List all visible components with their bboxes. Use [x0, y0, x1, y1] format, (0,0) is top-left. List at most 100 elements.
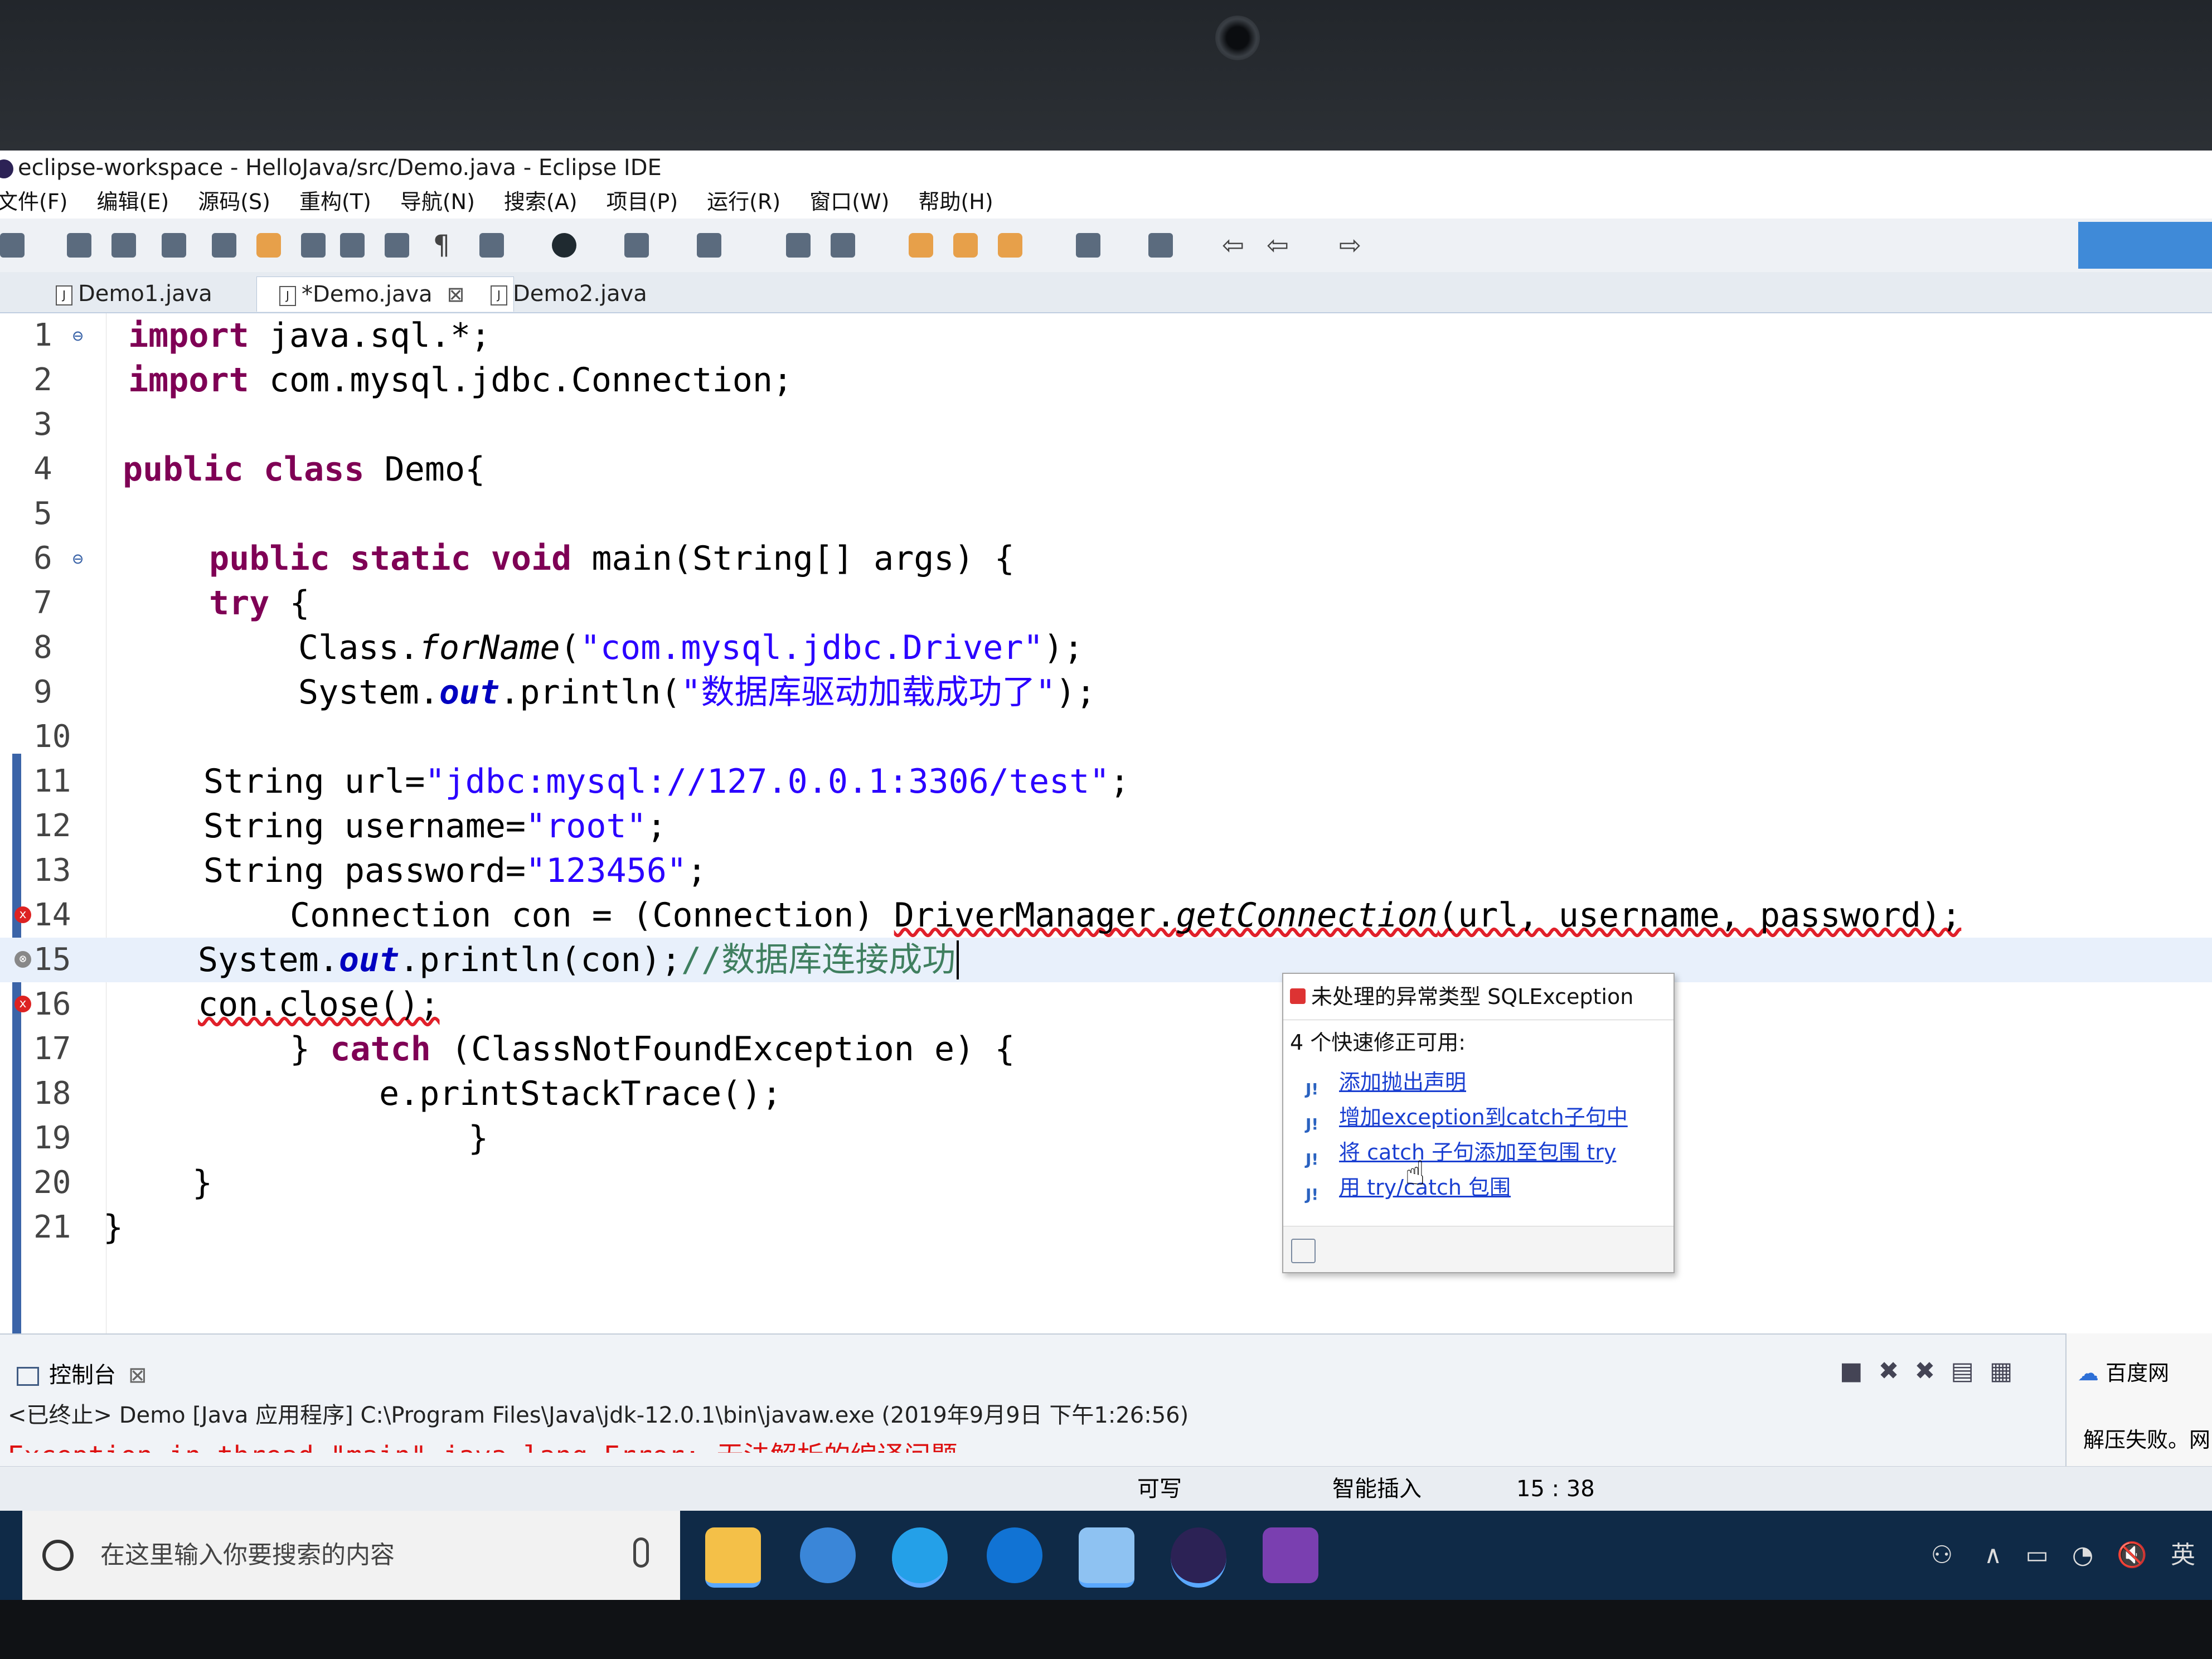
tab-label: *Demo.java [302, 282, 433, 307]
new-icon[interactable] [0, 233, 25, 258]
quick-fix-item[interactable]: J! 添加抛出声明 [1283, 1065, 1673, 1100]
code-fragment: Class. [298, 628, 419, 667]
code-editor[interactable]: 1 ⊖ import java.sql.*; 2 import com.mysql.j… [0, 313, 2212, 1434]
taskbar-search[interactable]: 在这里输入你要搜索的内容 [22, 1511, 680, 1600]
baidu-cloud-toolbar-button[interactable] [2078, 222, 2212, 269]
save-all-icon[interactable] [111, 233, 136, 258]
file-explorer-icon[interactable] [705, 1527, 761, 1588]
forward-icon[interactable]: ⇨ [1338, 232, 1362, 259]
menu-project[interactable]: 项目(P) [607, 185, 678, 219]
menu-refactor[interactable]: 重构(T) [299, 185, 371, 219]
fold-icon[interactable]: ⊖ [72, 536, 83, 581]
cortana-icon[interactable] [42, 1540, 74, 1571]
baidu-netdisk-icon[interactable] [1079, 1527, 1134, 1588]
debug-icon[interactable] [479, 233, 504, 258]
line-number: 18 [33, 1075, 71, 1112]
code-text: String username="root"; [203, 804, 667, 848]
menu-run[interactable]: 运行(R) [707, 185, 780, 219]
keyword: import [128, 316, 249, 355]
close-console-icon[interactable]: ⊠ [128, 1362, 147, 1388]
tab-demo2[interactable]: J Demo2.java [468, 276, 714, 311]
whitespace-icon[interactable] [385, 233, 409, 258]
code-line: 12 String username="root"; [0, 804, 2212, 848]
configure-icon[interactable] [1291, 1239, 1316, 1263]
next-annotation-icon[interactable] [1076, 233, 1100, 258]
wifi-icon[interactable]: ◔ [2072, 1541, 2093, 1569]
external-tools-icon[interactable] [697, 233, 721, 258]
save-icon[interactable] [67, 233, 91, 258]
browser-360-icon[interactable] [800, 1527, 856, 1583]
remove-launch-icon[interactable]: ✖ [1879, 1357, 1915, 1385]
previous-annotation-icon[interactable] [1148, 233, 1173, 258]
add-throws-link[interactable]: 添加抛出声明 [1339, 1070, 1466, 1094]
run-icon[interactable] [552, 233, 576, 258]
toggle-icon[interactable] [162, 233, 186, 258]
menu-navigate[interactable]: 导航(N) [400, 185, 475, 219]
eclipse-taskbar-icon[interactable] [1171, 1527, 1226, 1588]
console-title: 控制台 [49, 1362, 116, 1388]
console-toolbar: ■✖✖▤▦ [1840, 1357, 2028, 1385]
edge-icon[interactable] [987, 1527, 1042, 1583]
menu-source[interactable]: 源码(S) [198, 185, 270, 219]
add-exception-to-catch-link[interactable]: 增加exception到catch子句中 [1339, 1105, 1628, 1129]
winrar-icon[interactable] [1263, 1527, 1318, 1583]
qq-browser-icon[interactable] [892, 1527, 948, 1588]
open-type-icon[interactable] [212, 233, 236, 258]
code-line: 4 public class Demo{ [0, 447, 2212, 492]
laptop-bezel [0, 0, 2212, 151]
clear-console-icon[interactable]: ▤ [1951, 1357, 1990, 1385]
line-number: 16 [33, 986, 71, 1022]
search-placeholder: 在这里输入你要搜索的内容 [100, 1541, 395, 1569]
close-tab-icon[interactable]: ⊠ [447, 282, 465, 307]
coverage-icon[interactable] [624, 233, 649, 258]
new-class-icon[interactable] [831, 233, 855, 258]
menu-edit[interactable]: 编辑(E) [97, 185, 169, 219]
annotation-icon[interactable] [301, 233, 326, 258]
volume-muted-icon[interactable]: 🔇 [2117, 1541, 2147, 1569]
battery-icon[interactable]: ▭ [2025, 1541, 2049, 1569]
line-number: 13 [33, 852, 71, 889]
add-catch-clause-link[interactable]: 将 catch 子句添加至包围 try [1339, 1140, 1616, 1165]
pin-console-icon[interactable]: ▦ [1990, 1357, 2029, 1385]
error-squiggle: DriverManager.getConnection(url, usernam… [894, 896, 1962, 935]
menu-window[interactable]: 窗口(W) [809, 185, 889, 219]
error-marker-icon[interactable]: x [14, 906, 31, 923]
code-text: System.out.println(con);//数据库连接成功 [198, 938, 959, 982]
line-number: 3 [33, 406, 52, 443]
line-number: 17 [33, 1031, 71, 1067]
main-toolbar: ¶ ⇦ ⇦ ⇨ [0, 219, 2212, 273]
remove-all-icon[interactable]: ✖ [1914, 1357, 1951, 1385]
code-text: String url="jdbc:mysql://127.0.0.1:3306/… [203, 759, 1130, 804]
microphone-icon[interactable] [633, 1537, 649, 1568]
fold-icon[interactable]: ⊖ [72, 313, 83, 358]
ime-indicator[interactable]: 英 [2171, 1541, 2195, 1569]
open-folder-icon[interactable] [909, 233, 933, 258]
terminate-icon[interactable]: ■ [1840, 1357, 1879, 1385]
menu-file[interactable]: 文件(F) [0, 185, 68, 219]
block-select-icon[interactable] [340, 233, 365, 258]
show-hidden-icons-icon[interactable]: ∧ [1984, 1541, 2002, 1569]
open-task-icon[interactable] [953, 233, 978, 258]
string-literal: "数据库驱动加载成功了" [681, 673, 1056, 712]
mark-occurrences-icon[interactable] [256, 233, 281, 258]
new-package-icon[interactable] [786, 233, 811, 258]
code-fragment: com.mysql.jdbc.Connection; [249, 361, 793, 400]
people-icon[interactable]: ⚇ [1931, 1541, 1953, 1569]
search-tool-icon[interactable] [998, 233, 1022, 258]
pilcrow-icon[interactable]: ¶ [429, 232, 454, 259]
code-fragment: String password= [203, 851, 526, 890]
menu-help[interactable]: 帮助(H) [918, 185, 993, 219]
quick-fix-item[interactable]: J! 用 try/catch 包围 [1283, 1170, 1673, 1205]
code-text: public static void main(String[] args) { [209, 536, 1015, 581]
quick-fix-item[interactable]: J! 增加exception到catch子句中 [1283, 1100, 1673, 1135]
status-writable: 可写 [1137, 1476, 1182, 1502]
code-text: con.close(); [198, 982, 439, 1027]
last-edit-icon[interactable]: ⇦ [1221, 232, 1245, 259]
code-fragment: ; [646, 807, 667, 846]
console-tab[interactable]: 控制台 ⊠ [17, 1357, 147, 1389]
menu-search[interactable]: 搜索(A) [504, 185, 578, 219]
error-marker-icon[interactable]: ⊗ [14, 951, 31, 968]
quick-fix-item[interactable]: J! 将 catch 子句添加至包围 try [1283, 1135, 1673, 1170]
error-marker-icon[interactable]: x [14, 996, 31, 1012]
back-icon[interactable]: ⇦ [1265, 232, 1290, 259]
